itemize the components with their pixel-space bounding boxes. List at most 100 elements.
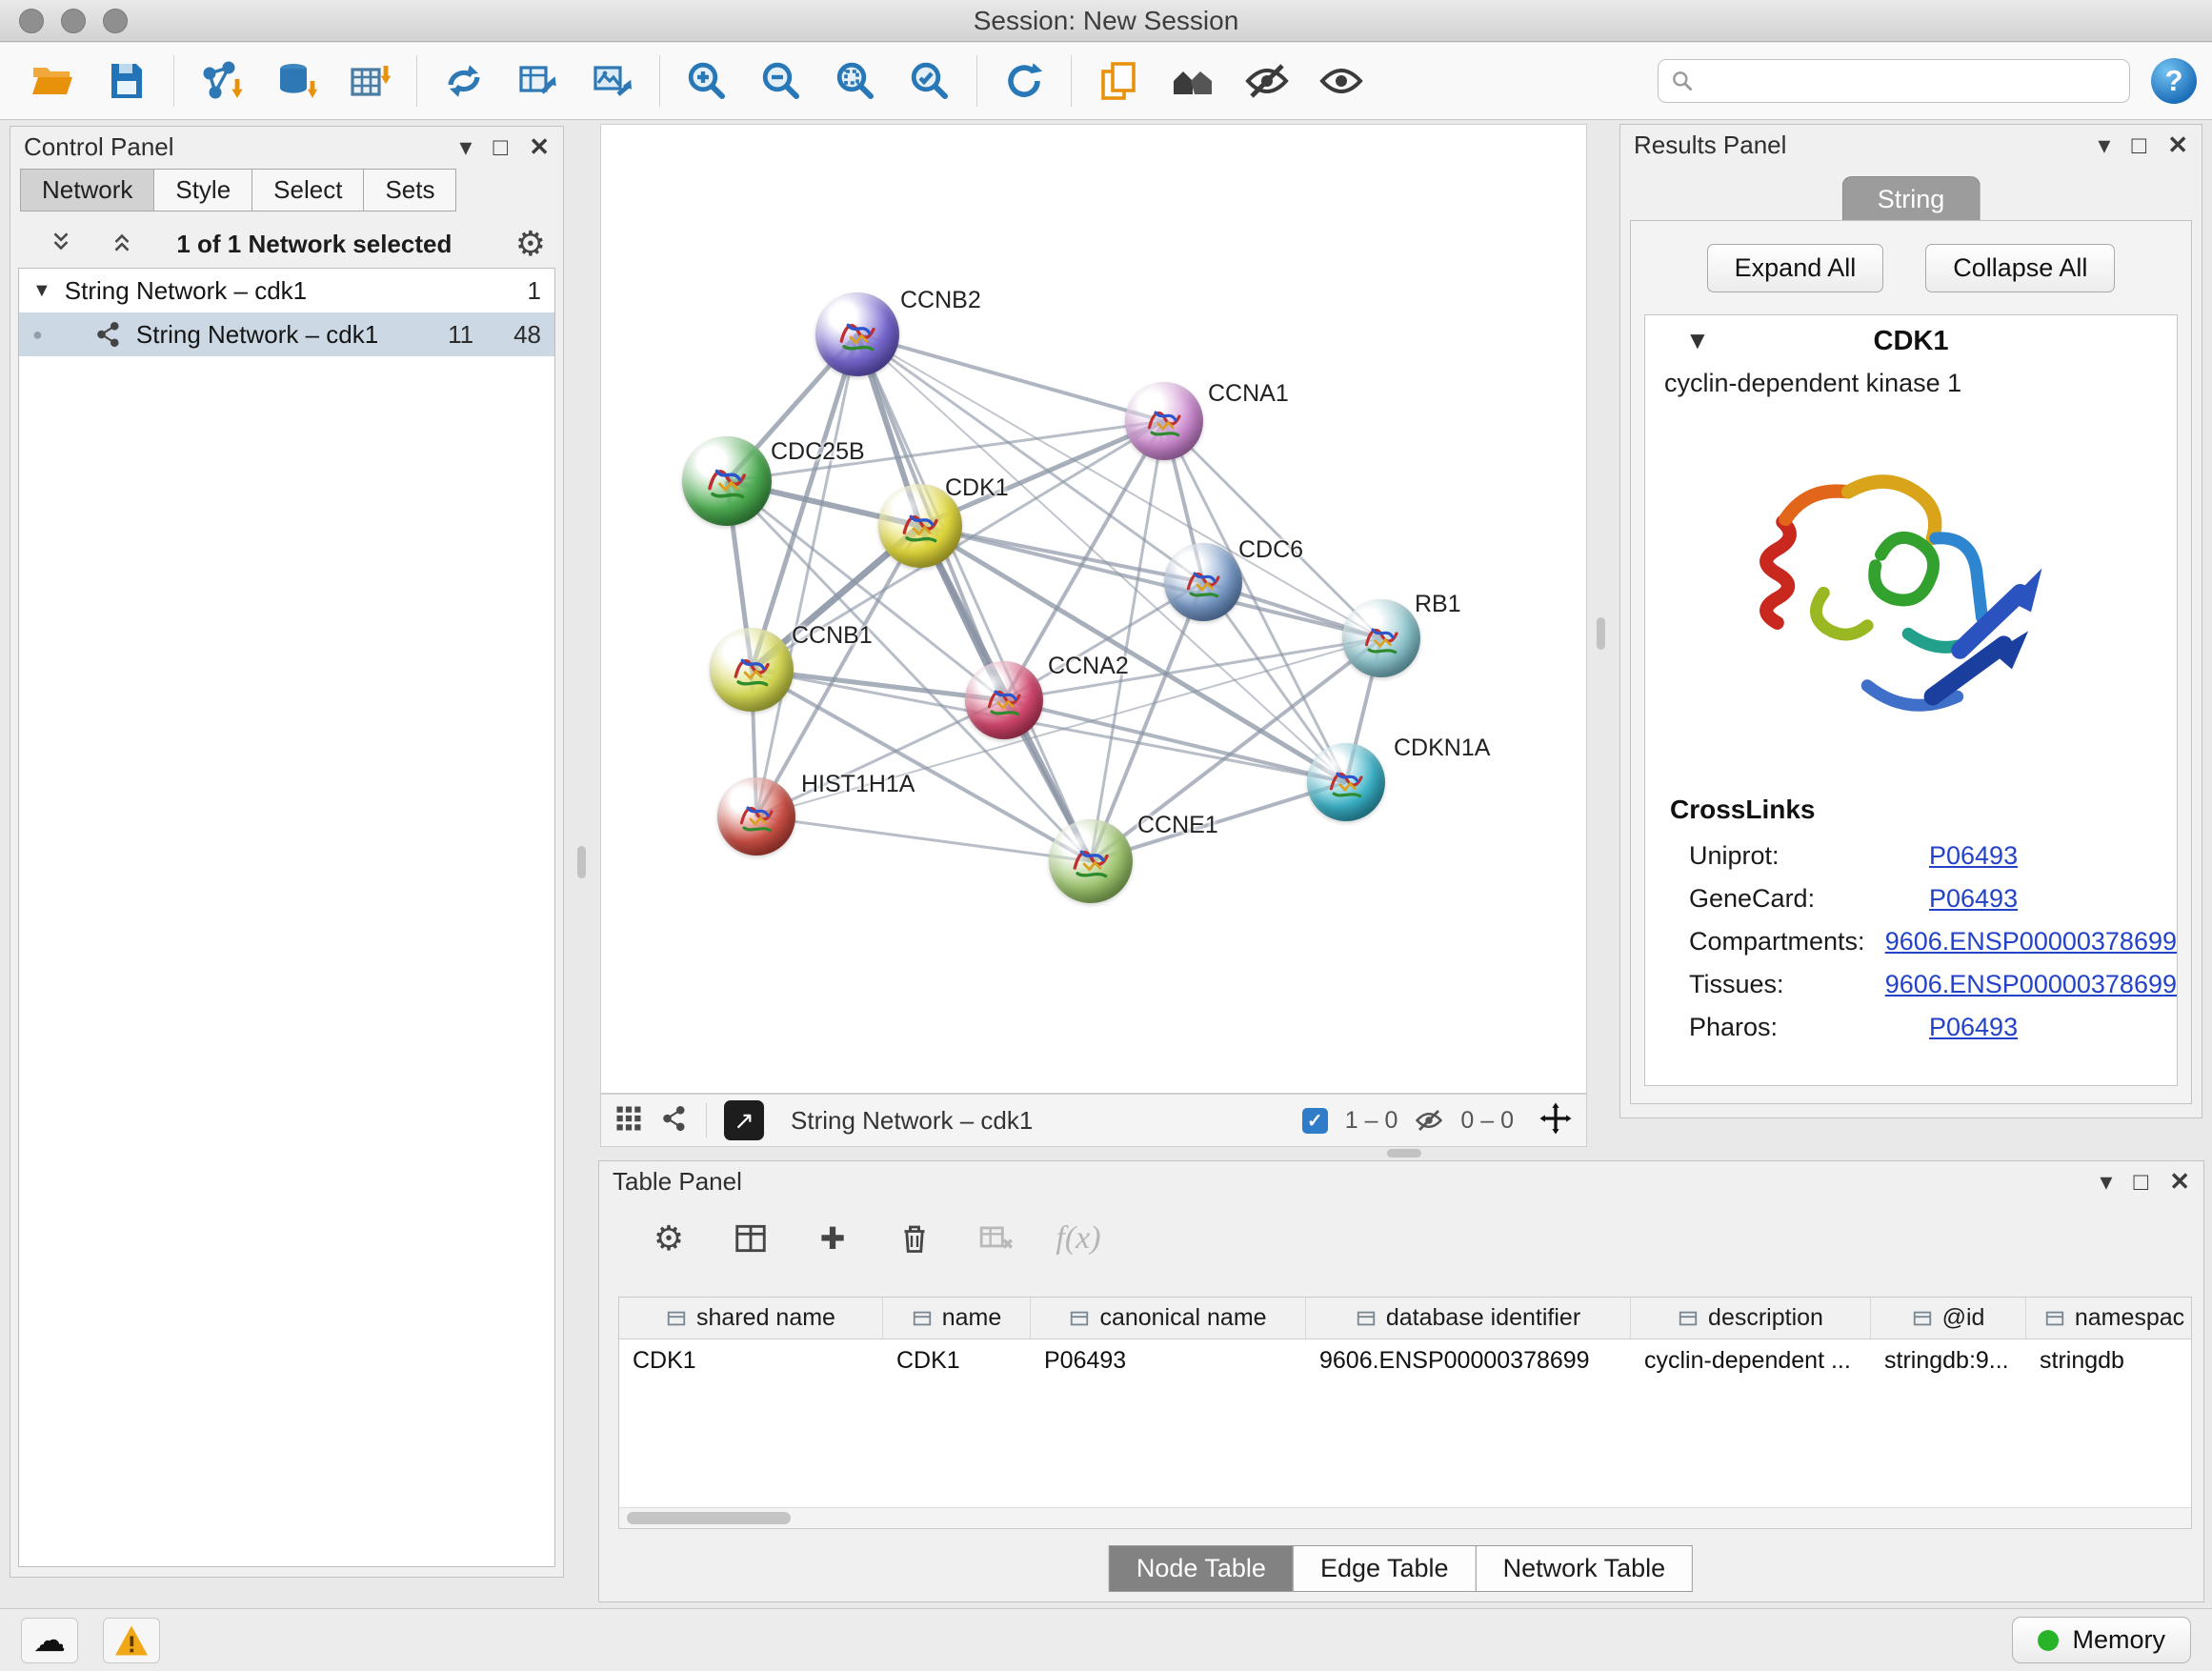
network-node-hist1h1a[interactable] [717, 777, 795, 856]
cell-shared-name[interactable]: CDK1 [619, 1347, 883, 1375]
import-network-file-button[interactable] [184, 50, 258, 112]
column-header-canonical-name[interactable]: canonical name [1031, 1298, 1306, 1339]
tree-expand-icon[interactable]: ▼ [32, 280, 51, 302]
import-network-database-button[interactable] [258, 50, 332, 112]
panel-float-icon[interactable]: □ [2133, 1169, 2148, 1194]
search-input[interactable] [1704, 66, 2118, 97]
export-image-button[interactable] [575, 50, 650, 112]
tab-network-table[interactable]: Network Table [1476, 1545, 1694, 1592]
network-node-ccna2[interactable] [965, 661, 1043, 739]
column-header-shared-name[interactable]: shared name [619, 1298, 883, 1339]
grid-view-button[interactable] [614, 1104, 643, 1137]
tissues-link[interactable]: 9606.ENSP00000378699 [1885, 970, 2177, 999]
delete-column-button[interactable] [887, 1213, 942, 1264]
import-table-button[interactable] [332, 50, 407, 112]
scrollbar-thumb[interactable] [627, 1512, 791, 1524]
memory-button[interactable]: Memory [2012, 1617, 2191, 1663]
cell-namespace[interactable]: stringdb [2026, 1347, 2192, 1375]
splitter-handle[interactable] [1387, 1149, 1421, 1158]
help-button[interactable]: ? [2151, 58, 2197, 104]
cell-database-identifier[interactable]: 9606.ENSP00000378699 [1306, 1347, 1631, 1375]
hide-selected-button[interactable] [1230, 50, 1304, 112]
section-collapse-icon[interactable]: ▼ [1679, 325, 1716, 356]
zoom-in-button[interactable] [670, 50, 744, 112]
tab-network[interactable]: Network [20, 169, 154, 211]
network-node-cdkn1a[interactable] [1307, 743, 1385, 821]
network-node-cdc25b[interactable] [682, 436, 772, 526]
panel-close-icon[interactable]: ✕ [529, 134, 550, 159]
panel-close-icon[interactable]: ✕ [2167, 132, 2188, 157]
column-header-database-identifier[interactable]: database identifier [1306, 1298, 1631, 1339]
zoom-out-button[interactable] [744, 50, 818, 112]
zoom-selected-button[interactable] [893, 50, 967, 112]
pan-mode-button[interactable] [1538, 1101, 1573, 1139]
export-table-button[interactable] [501, 50, 575, 112]
splitter-handle[interactable] [1597, 617, 1605, 650]
column-header-description[interactable]: description [1631, 1298, 1871, 1339]
splitter-handle[interactable] [577, 846, 586, 878]
home-button[interactable] [1156, 50, 1230, 112]
panel-collapse-icon[interactable]: ▾ [2100, 1169, 2112, 1194]
network-node-rb1[interactable] [1342, 599, 1420, 677]
expand-all-networks-button[interactable] [110, 230, 134, 258]
collapse-all-button[interactable]: Collapse All [1925, 244, 2115, 292]
zoom-fit-button[interactable] [818, 50, 893, 112]
network-collection-row[interactable]: ▼ String Network – cdk1 1 [19, 269, 554, 312]
network-row-selected[interactable]: ● String Network – cdk1 11 48 [19, 312, 554, 356]
table-import-icon [347, 58, 392, 104]
uniprot-link[interactable]: P06493 [1929, 841, 2018, 871]
add-column-button[interactable]: ✚ [805, 1213, 860, 1264]
panel-collapse-icon[interactable]: ▾ [2098, 132, 2110, 157]
expand-all-button[interactable]: Expand All [1707, 244, 1884, 292]
column-type-icon [1356, 1308, 1377, 1329]
warnings-button[interactable] [103, 1618, 160, 1663]
tab-select[interactable]: Select [251, 169, 364, 211]
table-settings-button[interactable]: ⚙ [641, 1213, 696, 1264]
collapse-all-networks-button[interactable] [49, 230, 73, 258]
show-all-button[interactable] [1304, 50, 1378, 112]
copy-document-button[interactable] [1081, 50, 1156, 112]
network-node-ccnb2[interactable] [815, 292, 899, 376]
delete-table-button-disabled[interactable] [969, 1213, 1024, 1264]
column-header-name[interactable]: name [883, 1298, 1031, 1339]
pharos-link[interactable]: P06493 [1929, 1013, 2018, 1042]
network-overview-button[interactable] [660, 1104, 689, 1137]
panel-close-icon[interactable]: ✕ [2169, 1169, 2190, 1194]
gene-name: CDK1 [1874, 326, 1949, 357]
network-from-selection-button[interactable] [427, 50, 501, 112]
tab-string[interactable]: String [1842, 176, 1981, 222]
panel-collapse-icon[interactable]: ▾ [459, 134, 472, 159]
cell-name[interactable]: CDK1 [883, 1347, 1031, 1375]
horizontal-scrollbar[interactable] [619, 1507, 2191, 1528]
cell-id[interactable]: stringdb:9... [1871, 1347, 2026, 1375]
tab-edge-table[interactable]: Edge Table [1293, 1545, 1477, 1592]
cell-description[interactable]: cyclin-dependent ... [1631, 1347, 1871, 1375]
memory-label: Memory [2072, 1625, 2165, 1655]
selected-checkbox-icon[interactable]: ✓ [1302, 1108, 1328, 1134]
cell-canonical-name[interactable]: P06493 [1031, 1347, 1306, 1375]
panel-float-icon[interactable]: □ [2131, 132, 2146, 157]
tab-sets[interactable]: Sets [363, 169, 456, 211]
network-node-ccnb1[interactable] [710, 628, 794, 712]
tab-node-table[interactable]: Node Table [1109, 1545, 1294, 1592]
birds-eye-view-button[interactable]: ↗ [724, 1100, 764, 1140]
open-session-button[interactable] [15, 50, 90, 112]
network-node-ccne1[interactable] [1049, 819, 1133, 903]
column-header-id[interactable]: @id [1871, 1298, 2026, 1339]
network-options-button[interactable]: ⚙ [515, 227, 546, 261]
network-node-cdc6[interactable] [1164, 543, 1242, 621]
show-columns-button[interactable] [723, 1213, 778, 1264]
network-node-ccna1[interactable] [1125, 382, 1203, 460]
compartments-link[interactable]: 9606.ENSP00000378699 [1885, 927, 2177, 956]
function-builder-button-disabled[interactable]: f(x) [1051, 1213, 1106, 1264]
network-canvas[interactable]: CCNB2CCNA1CDC25BCDK1CDC6RB1CCNB1CCNA2CDK… [600, 124, 1587, 1094]
genecard-link[interactable]: P06493 [1929, 884, 2018, 914]
refresh-view-button[interactable] [987, 50, 1061, 112]
cloud-status-button[interactable]: ☁ [21, 1618, 78, 1663]
save-session-button[interactable] [90, 50, 164, 112]
tab-style[interactable]: Style [153, 169, 252, 211]
table-row[interactable]: CDK1 CDK1 P06493 9606.ENSP00000378699 cy… [619, 1339, 2191, 1381]
protein-thumbnail-icon [732, 792, 781, 841]
panel-float-icon[interactable]: □ [493, 134, 508, 159]
column-header-namespace[interactable]: namespac [2026, 1298, 2192, 1339]
